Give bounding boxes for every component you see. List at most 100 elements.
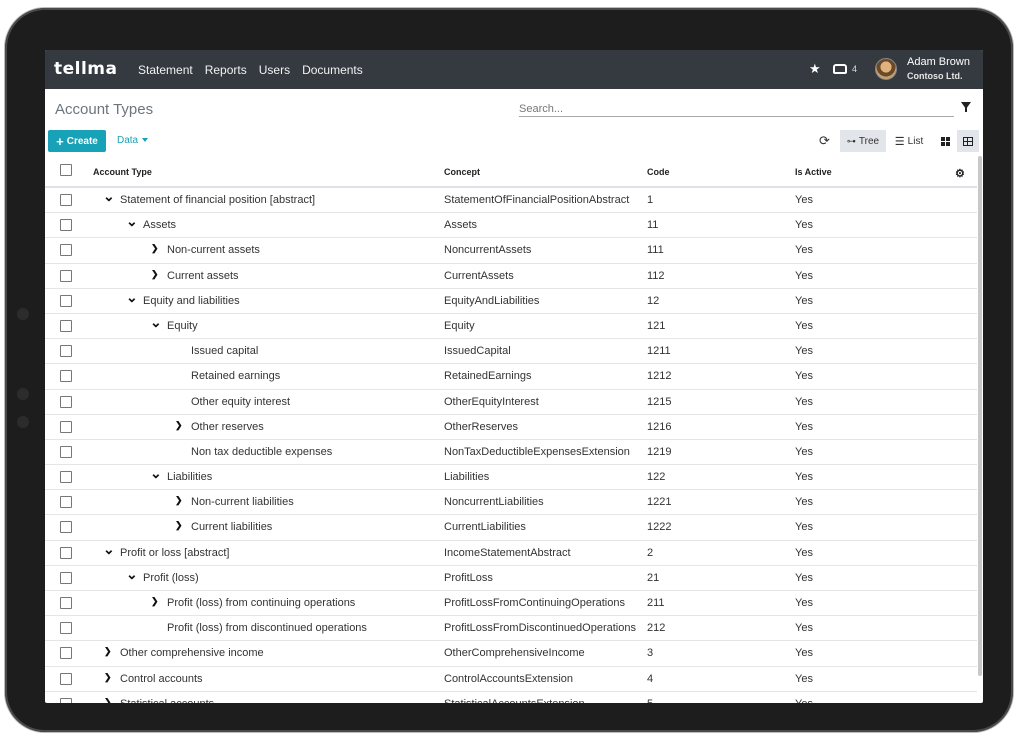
chevron-down-icon[interactable]: ⌄ <box>126 213 138 230</box>
table-row[interactable]: ❯ Statistical accounts StatisticalAccounts… <box>45 692 977 703</box>
row-checkbox[interactable] <box>60 697 72 703</box>
table-row[interactable]: ⌄ Profit or loss [abstract] IncomeStatemen… <box>45 541 977 566</box>
chevron-right-icon[interactable]: ❯ <box>175 520 183 531</box>
concept-cell: RetainedEarnings <box>444 370 532 383</box>
table-row[interactable]: ⌄ Equity Equity 121 Yes <box>45 314 977 340</box>
inbox-icon[interactable] <box>833 64 847 74</box>
table-row[interactable]: ❯ Profit (loss) from continuing operation… <box>45 591 977 617</box>
chevron-right-icon[interactable]: ❯ <box>151 596 159 607</box>
concept-cell: ControlAccountsExtension <box>444 672 574 685</box>
search-input[interactable] <box>519 101 954 117</box>
table-row[interactable]: ⌄ Liabilities Liabilities 122 Yes <box>45 465 977 491</box>
chevron-right-icon[interactable]: ❯ <box>104 646 112 657</box>
filter-icon[interactable] <box>961 102 971 112</box>
table-row[interactable]: ❯ Current assets CurrentAssets 112 Yes <box>45 264 977 289</box>
table-row[interactable]: Profit (loss) from discontinued operatio… <box>45 616 977 642</box>
row-checkbox[interactable] <box>60 345 72 358</box>
nav-documents[interactable]: Documents <box>302 63 363 77</box>
nav-users[interactable]: Users <box>259 63 290 77</box>
grid-icon <box>940 136 950 146</box>
row-checkbox[interactable] <box>60 194 72 206</box>
tree-label: Tree <box>858 135 880 147</box>
table-row[interactable]: ⌄ Equity and liabilities EquityAndLiabilit… <box>45 289 977 314</box>
table-row[interactable]: Retained earnings RetainedEarnings 1212 Yes <box>45 364 977 390</box>
row-checkbox[interactable] <box>60 219 72 232</box>
nav-statement[interactable]: Statement <box>138 63 193 77</box>
user-name[interactable]: Adam Brown <box>907 56 970 68</box>
table-row[interactable]: Issued capital IssuedCapital 1211 Yes <box>45 339 977 365</box>
list-view-button[interactable]: ☰ List <box>891 130 927 152</box>
col-code[interactable]: Code <box>647 167 670 177</box>
row-checkbox[interactable] <box>60 244 72 257</box>
tree-view-button[interactable]: ⊶ Tree <box>840 130 886 152</box>
row-checkbox[interactable] <box>60 395 72 408</box>
row-checkbox[interactable] <box>60 622 72 635</box>
table-row[interactable]: Non tax deductible expenses NonTaxDeducti… <box>45 440 977 466</box>
row-checkbox[interactable] <box>60 546 72 559</box>
is-active-cell: Yes <box>795 269 813 282</box>
row-checkbox[interactable] <box>60 471 72 484</box>
account-type-label: Non-current assets <box>167 244 260 257</box>
user-org[interactable]: Contoso Ltd. <box>907 71 963 81</box>
avatar[interactable] <box>875 58 897 80</box>
row-checkbox[interactable] <box>60 294 72 307</box>
row-checkbox[interactable] <box>60 647 72 660</box>
table-row[interactable]: ⌄ Assets Assets 11 Yes <box>45 213 977 239</box>
concept-cell: CurrentAssets <box>444 269 514 282</box>
is-active-cell: Yes <box>795 546 813 559</box>
chevron-right-icon[interactable]: ❯ <box>175 420 183 431</box>
chevron-down-icon[interactable]: ⌄ <box>126 289 138 306</box>
concept-cell: Equity <box>444 319 475 332</box>
nav-reports[interactable]: Reports <box>205 63 247 77</box>
col-is-active[interactable]: Is Active <box>795 167 832 177</box>
col-concept[interactable]: Concept <box>444 167 480 177</box>
chevron-down-icon[interactable]: ⌄ <box>150 314 162 331</box>
app-logo[interactable]: tellma <box>54 59 118 79</box>
row-checkbox[interactable] <box>60 571 72 584</box>
row-checkbox[interactable] <box>60 370 72 383</box>
code-cell: 121 <box>647 319 666 332</box>
table-row[interactable]: ❯ Non-current liabilities NoncurrentLiabil… <box>45 490 977 516</box>
concept-cell: ProfitLossFromContinuingOperations <box>444 597 625 609</box>
table-row[interactable]: ⌄ Statement of financial position [abstra… <box>45 188 977 214</box>
scrollbar[interactable] <box>978 156 982 676</box>
cards-view-button[interactable] <box>934 130 956 152</box>
chevron-down-icon[interactable]: ⌄ <box>150 465 162 482</box>
table-row[interactable]: ❯ Non-current assets NoncurrentAssets 111 Ye… <box>45 238 977 264</box>
tablet-frame: tellma Statement Reports Users Documents… <box>5 8 1013 732</box>
row-checkbox[interactable] <box>60 672 72 685</box>
table-view-button[interactable] <box>957 130 979 152</box>
table-row[interactable]: ❯ Other comprehensive income OtherComprehe… <box>45 641 977 667</box>
chevron-right-icon[interactable]: ❯ <box>104 672 112 683</box>
data-dropdown[interactable]: Data <box>117 135 149 146</box>
chevron-down-icon[interactable]: ⌄ <box>103 541 115 558</box>
gear-icon[interactable]: ⚙ <box>955 167 965 180</box>
chevron-right-icon[interactable]: ❯ <box>151 269 159 280</box>
table-row[interactable]: ❯ Control accounts ControlAccountsExtensio… <box>45 667 977 692</box>
chevron-down-icon[interactable]: ⌄ <box>126 566 138 583</box>
row-checkbox[interactable] <box>60 521 72 534</box>
row-checkbox[interactable] <box>60 496 72 509</box>
concept-cell: NoncurrentAssets <box>444 244 532 257</box>
create-button[interactable]: + Create <box>48 130 106 152</box>
table-row[interactable]: ⌄ Profit (loss) ProfitLoss 21 Yes <box>45 566 977 591</box>
chevron-right-icon[interactable]: ❯ <box>151 243 159 254</box>
row-checkbox[interactable] <box>60 420 72 433</box>
select-all-checkbox[interactable] <box>60 164 72 176</box>
table-row[interactable]: ❯ Current liabilities CurrentLiabilities 12… <box>45 515 977 541</box>
chevron-down-icon[interactable]: ⌄ <box>103 188 115 205</box>
account-type-label: Control accounts <box>120 672 203 685</box>
code-cell: 111 <box>647 244 664 257</box>
table-row[interactable]: ❯ Other reserves OtherReserves 1216 Yes <box>45 415 977 440</box>
table-row[interactable]: Other equity interest OtherEquityInterest… <box>45 390 977 415</box>
row-checkbox[interactable] <box>60 445 72 458</box>
row-checkbox[interactable] <box>60 269 72 282</box>
code-cell: 1219 <box>647 445 672 458</box>
chevron-right-icon[interactable]: ❯ <box>175 495 183 506</box>
star-icon[interactable]: ★ <box>809 61 821 77</box>
row-checkbox[interactable] <box>60 597 72 609</box>
chevron-right-icon[interactable]: ❯ <box>104 697 112 703</box>
refresh-icon[interactable]: ⟳ <box>819 133 830 149</box>
row-checkbox[interactable] <box>60 319 72 332</box>
col-account-type[interactable]: Account Type <box>93 167 152 177</box>
